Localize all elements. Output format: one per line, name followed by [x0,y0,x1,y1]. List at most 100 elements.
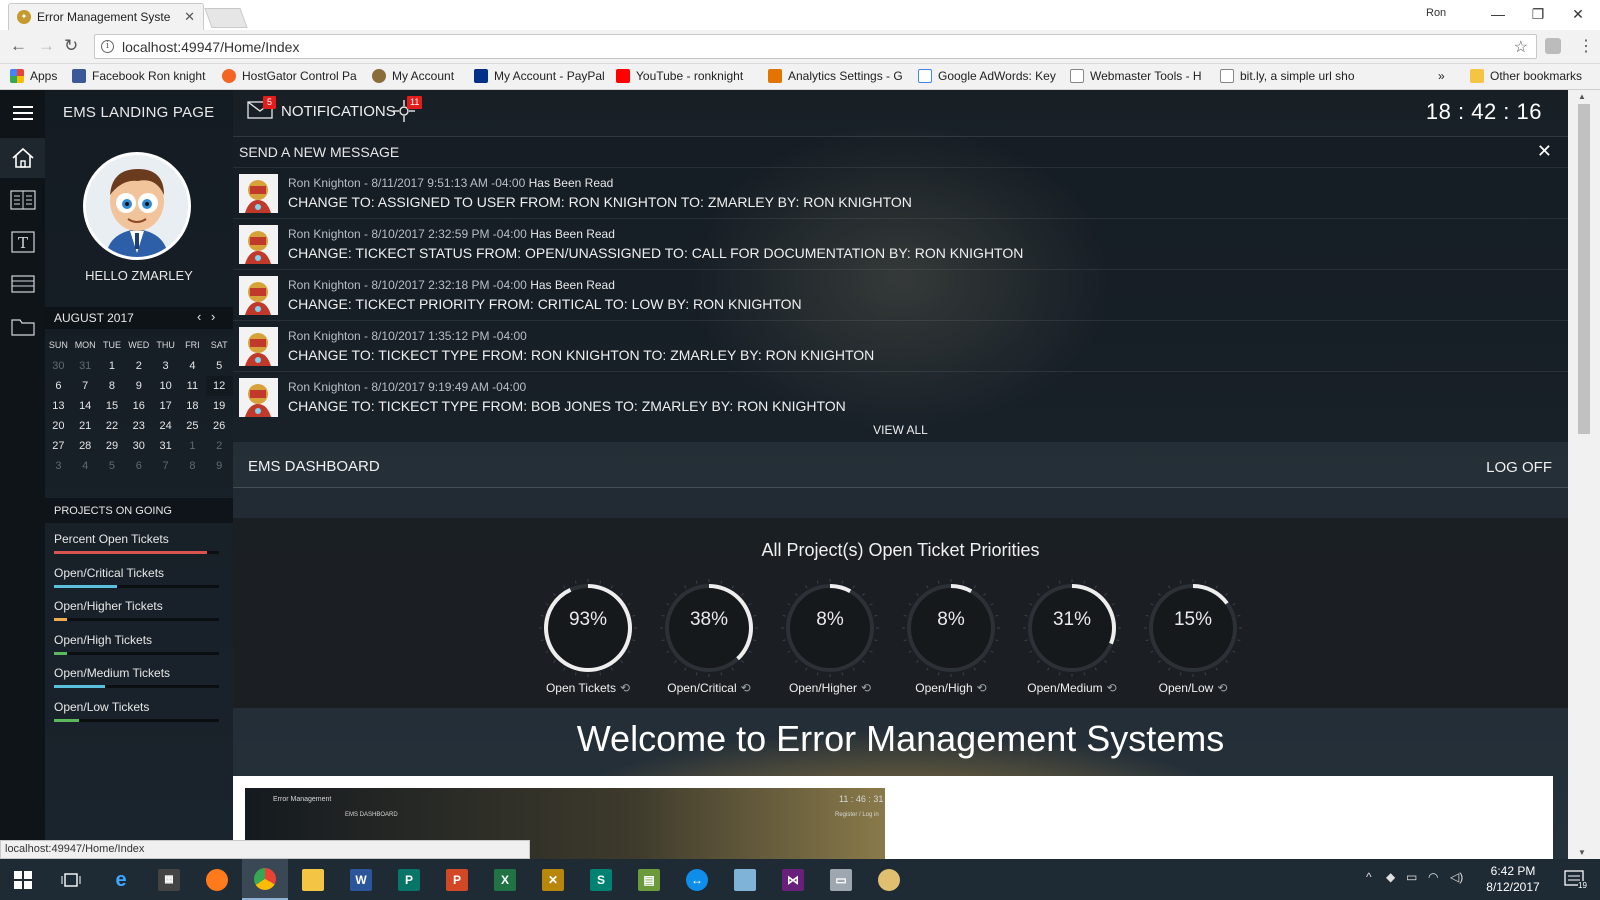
calendar-day[interactable]: 15 [99,396,126,416]
calendar-day-today[interactable]: 12 [205,376,233,396]
word-icon[interactable]: W [338,859,384,900]
project-progress-item[interactable]: Open/Critical Tickets [54,566,219,588]
calendar-day[interactable]: 30 [45,356,72,376]
minimize-icon[interactable]: — [1478,3,1518,25]
calendar-day[interactable]: 22 [99,416,126,436]
bookmarks-overflow[interactable]: » [1438,69,1445,83]
firefox-icon[interactable] [194,859,240,900]
reload-icon[interactable]: ↻ [64,36,78,56]
edge-icon[interactable]: e [98,859,144,900]
task-view-icon[interactable] [48,859,94,900]
notifications-label[interactable]: NOTIFICATIONS [281,103,396,120]
info-icon[interactable]: i [101,40,114,53]
paint-icon[interactable] [866,859,912,900]
excel-icon[interactable]: X [482,859,528,900]
calendar-day[interactable]: 2 [206,436,233,456]
bookmark-facebook[interactable]: Facebook Ron knight [72,69,205,83]
calendar-day[interactable]: 8 [179,456,206,476]
calendar-day[interactable]: 2 [125,356,152,376]
message-row[interactable]: Ron Knighton - 8/10/2017 9:19:49 AM -04:… [233,371,1568,422]
bookmark-hostgator[interactable]: HostGator Control Pa [222,69,357,83]
back-icon[interactable]: ← [10,36,27,56]
sway-icon[interactable]: S [578,859,624,900]
calendar-day[interactable]: 16 [125,396,152,416]
calendar-day[interactable]: 13 [45,396,72,416]
calendar-day[interactable]: 29 [99,436,126,456]
calendar-day[interactable]: 9 [125,376,152,396]
bookmark-analytics[interactable]: Analytics Settings - G [768,69,903,83]
forward-icon[interactable]: → [38,36,55,56]
close-window-icon[interactable]: ✕ [1558,3,1598,25]
calendar-day[interactable]: 14 [72,396,99,416]
calendar-day[interactable]: 19 [206,396,233,416]
project-progress-item[interactable]: Percent Open Tickets [54,532,219,554]
message-row[interactable]: Ron Knighton - 8/10/2017 2:32:59 PM -04:… [233,218,1568,269]
calendar-day[interactable]: 20 [45,416,72,436]
bookmark-paypal[interactable]: My Account - PayPal [474,69,605,83]
profile-name[interactable]: Ron [1426,7,1446,19]
calendar-day[interactable]: 21 [72,416,99,436]
browser-menu-icon[interactable]: ⋮ [1578,36,1594,56]
message-row[interactable]: Ron Knighton - 8/11/2017 9:51:13 AM -04:… [233,167,1568,218]
dropbox-icon[interactable]: ◆ [1386,870,1395,884]
project-progress-item[interactable]: Open/High Tickets [54,633,219,655]
calendar-day[interactable]: 18 [179,396,206,416]
calendar-day[interactable]: 17 [152,396,179,416]
calendar-day[interactable]: 1 [99,356,126,376]
calendar-day[interactable]: 31 [72,356,99,376]
message-row[interactable]: Ron Knighton - 8/10/2017 1:35:12 PM -04:… [233,320,1568,371]
remote-desktop-icon[interactable]: ▭ [818,859,864,900]
drawing-tool-icon[interactable] [722,859,768,900]
calendar-day[interactable]: 3 [45,456,72,476]
user-avatar[interactable] [83,152,191,260]
landing-title[interactable]: EMS LANDING PAGE [63,104,214,121]
calendar-day[interactable]: 4 [179,356,206,376]
calendar-day[interactable]: 7 [72,376,99,396]
calendar-day[interactable]: 30 [125,436,152,456]
chevron-right-icon[interactable]: › [211,309,215,324]
text-icon[interactable]: T [0,222,45,262]
scroll-up-icon[interactable]: ▲ [1578,92,1586,101]
calendar-day[interactable]: 6 [125,456,152,476]
storage-icon[interactable] [0,264,45,304]
tab-close-icon[interactable]: ✕ [184,9,195,25]
volume-icon[interactable]: ◁) [1450,870,1463,884]
calendar-day[interactable]: 11 [179,376,206,396]
page-scrollbar[interactable]: ▲ ▼ [1568,90,1600,859]
refresh-icon[interactable]: ⟲ [1217,681,1227,695]
refresh-icon[interactable]: ⟲ [861,681,871,695]
publisher-icon[interactable]: P [386,859,432,900]
calendar-day[interactable]: 28 [72,436,99,456]
message-row[interactable]: Ron Knighton - 8/10/2017 2:32:18 PM -04:… [233,269,1568,320]
calendar-day[interactable]: 3 [152,356,179,376]
calendar-day[interactable]: 25 [179,416,206,436]
calendar-day[interactable]: 10 [152,376,179,396]
project-progress-item[interactable]: Open/Higher Tickets [54,599,219,621]
tools-icon[interactable]: ✕ [530,859,576,900]
wifi-icon[interactable]: ◠ [1428,870,1438,884]
battery-icon[interactable]: ▭ [1406,870,1417,884]
calendar-day[interactable]: 8 [99,376,126,396]
folder-icon[interactable] [0,306,45,346]
bookmark-youtube[interactable]: YouTube - ronknight [616,69,743,83]
bookmark-apps[interactable]: Apps [10,69,57,83]
refresh-icon[interactable]: ⟲ [620,681,630,695]
calendar-day[interactable]: 23 [125,416,152,436]
bookmark-webmaster[interactable]: Webmaster Tools - H [1070,69,1202,83]
bookmark-star-icon[interactable]: ☆ [1514,37,1528,57]
calendar-day[interactable]: 7 [152,456,179,476]
home-icon[interactable] [0,138,45,178]
list-view-icon[interactable] [0,180,45,220]
calendar-day[interactable]: 9 [206,456,233,476]
calendar-day[interactable]: 24 [152,416,179,436]
refresh-icon[interactable]: ⟲ [1107,681,1117,695]
logoff-link[interactable]: LOG OFF [1486,459,1552,476]
bookmark-my-account[interactable]: My Account [372,69,454,83]
other-bookmarks[interactable]: Other bookmarks [1470,69,1582,83]
windows-start-icon[interactable] [0,859,46,900]
calendar-day[interactable]: 1 [179,436,206,456]
calendar-day[interactable]: 27 [45,436,72,456]
file-explorer-icon[interactable] [290,859,336,900]
refresh-icon[interactable]: ⟲ [741,681,751,695]
project-progress-item[interactable]: Open/Medium Tickets [54,666,219,688]
